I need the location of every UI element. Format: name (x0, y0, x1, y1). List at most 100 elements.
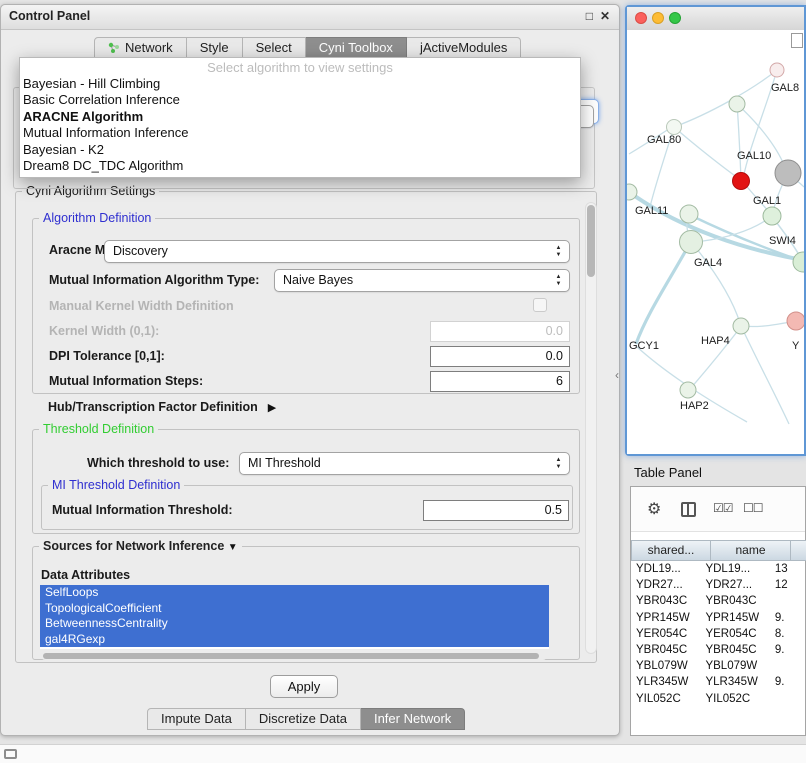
sources-expander[interactable]: Sources for Network Inference ▼ (39, 539, 242, 553)
tab-network[interactable]: Network (94, 37, 187, 59)
network-node[interactable] (770, 63, 784, 77)
mi-threshold-input[interactable]: 0.5 (423, 500, 569, 521)
node-label: GAL80 (647, 134, 681, 146)
network-view-window: GAL8GAL80GAL10GAL11GAL1SWI4GAL4GCY1HAP4Y… (625, 5, 806, 456)
algorithm-option-list: Bayesian - Hill ClimbingBasic Correlatio… (20, 76, 580, 174)
columns-icon[interactable] (681, 502, 696, 517)
network-edge[interactable] (636, 243, 690, 344)
network-edge[interactable] (742, 328, 789, 424)
minimize-traffic-light[interactable] (652, 12, 664, 24)
table-toolbar: ⚙ ☑☑ ☐☐ (631, 487, 805, 532)
data-attributes-list[interactable]: SelfLoopsTopologicalCoefficientBetweenne… (40, 585, 549, 649)
apply-button[interactable]: Apply (270, 675, 338, 698)
table-cell: YDL19... (631, 561, 700, 577)
table-row[interactable]: YBR045CYBR045C9. (631, 642, 805, 658)
stepper-icon: ▲▼ (553, 457, 564, 471)
group-title: Threshold Definition (39, 422, 158, 436)
network-node[interactable] (680, 205, 698, 223)
close-traffic-light[interactable] (635, 12, 647, 24)
aracne-mode-select[interactable]: Discovery ▲▼ (104, 240, 570, 263)
table-row[interactable]: YER054CYER054C8. (631, 626, 805, 642)
network-edge[interactable] (674, 127, 738, 178)
bottom-status-strip (0, 744, 806, 763)
tab-impute-data[interactable]: Impute Data (147, 708, 246, 730)
column-header[interactable]: name (711, 540, 791, 561)
table-row[interactable]: YIL052CYIL052C (631, 691, 805, 707)
network-node[interactable] (775, 160, 801, 186)
kernel-width-label: Kernel Width (0,1): (49, 323, 159, 339)
scrollbar-thumb[interactable] (587, 205, 595, 277)
dpi-tolerance-input[interactable]: 0.0 (430, 346, 570, 367)
tab-cyni-toolbox[interactable]: Cyni Toolbox (306, 37, 407, 59)
panel-toggle-icon[interactable] (4, 749, 17, 759)
select-all-checkboxes-icon[interactable]: ☑☑ (713, 501, 733, 515)
algorithm-option[interactable]: Bayesian - K2 (20, 142, 580, 158)
table-cell: YBL079W (631, 658, 700, 674)
table-cell: YPR145W (631, 610, 700, 626)
table-cell: YDR27... (700, 577, 769, 593)
tab-discretize-data[interactable]: Discretize Data (246, 708, 361, 730)
table-cell: YDL19... (700, 561, 769, 577)
attribute-list-item[interactable]: gal4RGexp (40, 632, 549, 648)
mi-algorithm-type-select[interactable]: Naive Bayes ▲▼ (274, 269, 570, 292)
attribute-list-item[interactable]: SelfLoops (40, 585, 549, 601)
tab-infer-network[interactable]: Infer Network (361, 708, 465, 730)
algorithm-option[interactable]: Dream8 DC_TDC Algorithm (20, 158, 580, 174)
network-node[interactable] (733, 318, 749, 334)
table-cell: YDR27... (631, 577, 700, 593)
network-window-titlebar[interactable] (627, 7, 804, 31)
network-canvas[interactable]: GAL8GAL80GAL10GAL11GAL1SWI4GAL4GCY1HAP4Y… (627, 30, 804, 454)
attribute-list-item[interactable]: BetweennessCentrality (40, 616, 549, 632)
tab-jactivemodules[interactable]: jActiveModules (407, 37, 521, 59)
table-row[interactable]: YPR145WYPR145W9. (631, 610, 805, 626)
table-cell: YBR043C (631, 593, 700, 609)
tab-select[interactable]: Select (243, 37, 306, 59)
column-header[interactable]: shared... (631, 540, 711, 561)
control-panel-titlebar[interactable]: Control Panel □ ✕ (1, 5, 619, 30)
attribute-list-item[interactable]: TopologicalCoefficient (40, 601, 549, 617)
network-node[interactable] (787, 312, 804, 330)
attributes-hscrollbar[interactable] (41, 652, 547, 660)
algorithm-option[interactable]: Bayesian - Hill Climbing (20, 76, 580, 92)
network-edge[interactable] (692, 243, 740, 323)
mi-steps-input[interactable]: 6 (430, 371, 570, 392)
table-row[interactable]: YBR043CYBR043C (631, 593, 805, 609)
network-node[interactable] (763, 207, 781, 225)
float-window-icon[interactable]: □ (586, 9, 593, 23)
algorithm-option[interactable]: Mutual Information Inference (20, 125, 580, 141)
which-threshold-select[interactable]: MI Threshold ▲▼ (239, 452, 570, 475)
algorithm-option[interactable]: Basic Correlation Inference (20, 92, 580, 108)
kernel-width-input[interactable]: 0.0 (430, 321, 570, 342)
column-header[interactable] (791, 540, 806, 561)
table-row[interactable]: YBL079WYBL079W (631, 658, 805, 674)
algorithm-option[interactable]: ARACNE Algorithm (20, 109, 580, 125)
network-edge[interactable] (737, 104, 741, 179)
table-cell (770, 593, 805, 609)
table-row[interactable]: YLR345WYLR345W9. (631, 674, 805, 690)
scrollbar-thumb[interactable] (43, 653, 539, 659)
zoom-traffic-light[interactable] (669, 12, 681, 24)
gear-icon[interactable]: ⚙ (647, 499, 661, 519)
network-node[interactable] (680, 382, 696, 398)
table-body: YDL19...YDL19...13YDR27...YDR27...12YBR0… (631, 561, 805, 707)
stepper-icon: ▲▼ (553, 274, 564, 288)
network-node[interactable] (729, 96, 745, 112)
deselect-all-checkboxes-icon[interactable]: ☐☐ (743, 501, 763, 515)
manual-kernel-width-checkbox[interactable] (533, 298, 547, 312)
close-icon[interactable]: ✕ (600, 9, 610, 23)
network-node[interactable] (793, 252, 804, 272)
mi-steps-label: Mutual Information Steps: (49, 373, 203, 389)
scrollbar-button[interactable] (791, 33, 803, 48)
hub-factor-expander[interactable]: Hub/Transcription Factor Definition ▶ (48, 399, 276, 415)
network-node[interactable] (667, 120, 682, 135)
table-row[interactable]: YDR27...YDR27...12 (631, 577, 805, 593)
chevron-right-icon: ▶ (268, 401, 276, 414)
control-panel-window: Control Panel □ ✕ Network Style Select C… (0, 4, 620, 736)
network-node[interactable] (733, 173, 750, 190)
group-title: MI Threshold Definition (48, 478, 184, 492)
tab-style[interactable]: Style (187, 37, 243, 59)
panel-resize-handle[interactable]: ‹ (615, 368, 619, 382)
settings-scrollbar[interactable] (585, 202, 597, 654)
table-row[interactable]: YDL19...YDL19...13 (631, 561, 805, 577)
network-node[interactable] (680, 231, 703, 254)
